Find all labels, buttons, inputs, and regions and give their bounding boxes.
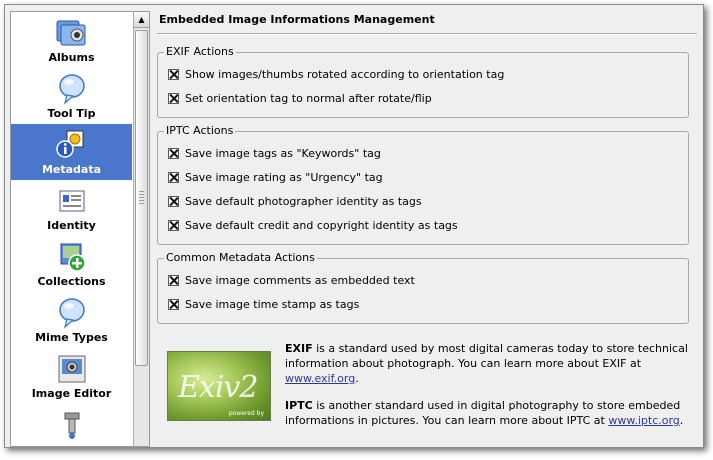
tooltip-icon (58, 74, 85, 105)
sidebar-scrollbar[interactable]: ▲ (133, 12, 149, 446)
exif-link[interactable]: www.exif.org (285, 372, 355, 385)
sidebar: Albums Tool Tip Metadata Identity Collec… (10, 11, 150, 447)
image-editor-icon (58, 355, 85, 383)
exif-description: is a standard used by most digital camer… (285, 342, 688, 370)
iptc-period: . (679, 414, 684, 427)
sidebar-item-label: Collections (37, 275, 106, 288)
scrollbar-thumb[interactable] (135, 30, 148, 366)
option-label: Save image rating as "Urgency" tag (185, 170, 383, 184)
iptc-info-paragraph: IPTC is another standard used in digital… (285, 398, 689, 428)
exif-info-paragraph: EXIF is a standard used by most digital … (285, 341, 689, 386)
logo-text: Exiv2 (178, 370, 258, 405)
checkbox[interactable] (168, 171, 179, 183)
iptc-actions-group: IPTC Actions Save image tags as "Keyword… (157, 124, 689, 245)
sidebar-item-label: Identity (47, 219, 96, 232)
title-divider (157, 33, 697, 35)
iptc-link[interactable]: www.iptc.org (608, 414, 679, 427)
sidebar-item-image-editor[interactable]: Image Editor (11, 348, 132, 404)
iptc-option-urgency[interactable]: Save image rating as "Urgency" tag (168, 169, 383, 185)
info-text: EXIF is a standard used by most digital … (285, 341, 689, 440)
settings-window: Albums Tool Tip Metadata Identity Collec… (4, 4, 704, 448)
checkbox[interactable] (168, 298, 179, 310)
sidebar-item-mime-types[interactable]: Mime Types (11, 292, 132, 348)
sidebar-item-collections[interactable]: Collections (11, 236, 132, 292)
option-label: Show images/thumbs rotated according to … (185, 67, 505, 81)
option-label: Save default photographer identity as ta… (185, 194, 422, 208)
mime-types-icon (58, 298, 85, 329)
option-label: Save image comments as embedded text (185, 273, 415, 287)
metadata-icon (55, 130, 83, 158)
sidebar-item-label: Metadata (41, 163, 102, 176)
exif-option-rotate[interactable]: Show images/thumbs rotated according to … (168, 66, 504, 82)
sidebar-item-albums[interactable]: Albums (11, 12, 132, 68)
collections-icon (60, 243, 86, 272)
iptc-option-credit[interactable]: Save default credit and copyright identi… (168, 217, 458, 233)
group-title: EXIF Actions (164, 45, 236, 59)
sidebar-item-metadata[interactable]: Metadata (11, 124, 132, 180)
checkbox[interactable] (168, 92, 179, 104)
exif-option-normal-orientation[interactable]: Set orientation tag to normal after rota… (168, 90, 432, 106)
option-label: Save default credit and copyright identi… (185, 218, 458, 232)
sidebar-item-label: Albums (48, 51, 95, 64)
sidebar-item-tooltip[interactable]: Tool Tip (11, 68, 132, 124)
iptc-option-keywords[interactable]: Save image tags as "Keywords" tag (168, 145, 381, 161)
option-label: Save image time stamp as tags (185, 297, 360, 311)
plugins-icon (64, 412, 79, 439)
checkbox[interactable] (168, 195, 179, 207)
group-title: IPTC Actions (164, 124, 236, 138)
sidebar-item-plugins[interactable] (11, 404, 132, 446)
option-label: Set orientation tag to normal after rota… (185, 91, 432, 105)
checkbox[interactable] (168, 274, 179, 286)
group-title: Common Metadata Actions (164, 251, 317, 265)
info-section: Exiv2 powered by EXIF is a standard used… (167, 341, 689, 431)
option-label: Save image tags as "Keywords" tag (185, 146, 381, 160)
exif-period: . (355, 372, 359, 385)
sidebar-item-label: Image Editor (31, 387, 112, 400)
main-panel: Embedded Image Informations Management E… (157, 11, 697, 445)
iptc-term: IPTC (285, 399, 313, 412)
logo-subtitle: powered by (228, 410, 264, 417)
scroll-up-button[interactable]: ▲ (134, 12, 149, 28)
common-actions-group: Common Metadata Actions Save image comme… (157, 251, 689, 324)
sidebar-list: Albums Tool Tip Metadata Identity Collec… (11, 12, 132, 446)
sidebar-item-label: Tool Tip (47, 107, 96, 120)
checkbox[interactable] (168, 147, 179, 159)
common-option-comments[interactable]: Save image comments as embedded text (168, 272, 415, 288)
exif-actions-group: EXIF Actions Show images/thumbs rotated … (157, 45, 689, 118)
identity-icon (59, 190, 84, 212)
page-title: Embedded Image Informations Management (159, 13, 435, 26)
checkbox[interactable] (168, 68, 179, 80)
sidebar-item-identity[interactable]: Identity (11, 180, 132, 236)
iptc-option-photographer[interactable]: Save default photographer identity as ta… (168, 193, 422, 209)
exiv2-logo: Exiv2 powered by (167, 351, 271, 421)
checkbox[interactable] (168, 219, 179, 231)
sidebar-item-label: Mime Types (35, 331, 108, 344)
common-option-timestamp[interactable]: Save image time stamp as tags (168, 296, 359, 312)
scrollbar-grip (139, 191, 144, 205)
exif-term: EXIF (285, 342, 313, 355)
albums-icon (56, 20, 85, 46)
